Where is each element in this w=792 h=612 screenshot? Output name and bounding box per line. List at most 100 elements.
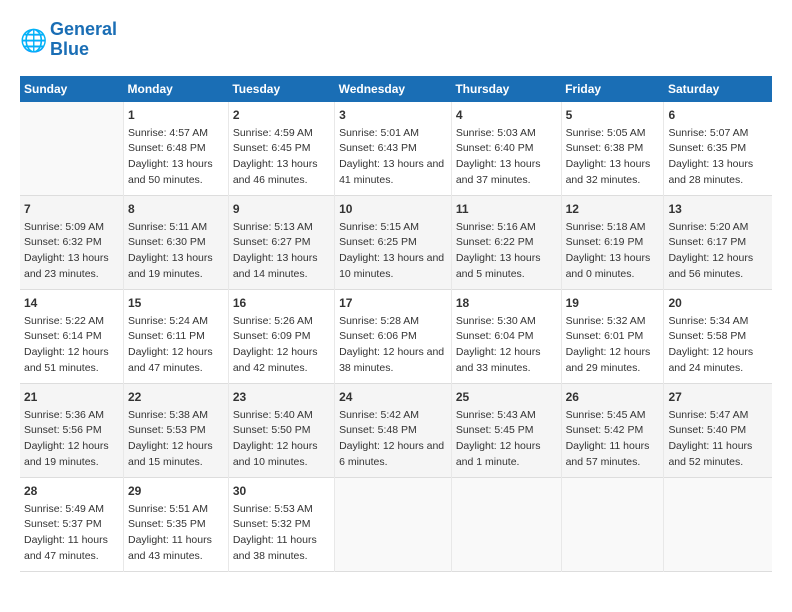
day-daylight: Daylight: 11 hours and 52 minutes.	[668, 439, 768, 471]
day-daylight: Daylight: 12 hours and 51 minutes.	[24, 345, 119, 377]
day-number: 19	[566, 294, 660, 312]
day-daylight: Daylight: 13 hours and 28 minutes.	[668, 157, 768, 189]
week-row-4: 21 Sunrise: 5:36 AM Sunset: 5:56 PM Dayl…	[20, 383, 772, 477]
day-cell: 1 Sunrise: 4:57 AM Sunset: 6:48 PM Dayli…	[124, 102, 229, 196]
day-daylight: Daylight: 13 hours and 14 minutes.	[233, 251, 330, 283]
logo-icon: 🌐	[20, 26, 48, 54]
day-cell	[664, 477, 772, 571]
day-daylight: Daylight: 13 hours and 23 minutes.	[24, 251, 119, 283]
day-daylight: Daylight: 13 hours and 46 minutes.	[233, 157, 330, 189]
day-cell: 16 Sunrise: 5:26 AM Sunset: 6:09 PM Dayl…	[228, 289, 334, 383]
day-sunset: Sunset: 6:17 PM	[668, 235, 768, 251]
logo-text: General	[50, 20, 117, 40]
day-cell: 26 Sunrise: 5:45 AM Sunset: 5:42 PM Dayl…	[561, 383, 664, 477]
day-cell: 24 Sunrise: 5:42 AM Sunset: 5:48 PM Dayl…	[335, 383, 452, 477]
day-cell: 15 Sunrise: 5:24 AM Sunset: 6:11 PM Dayl…	[124, 289, 229, 383]
day-header-tuesday: Tuesday	[228, 76, 334, 102]
day-header-sunday: Sunday	[20, 76, 124, 102]
day-cell: 7 Sunrise: 5:09 AM Sunset: 6:32 PM Dayli…	[20, 195, 124, 289]
day-number: 26	[566, 388, 660, 406]
day-sunset: Sunset: 6:38 PM	[566, 141, 660, 157]
day-number: 4	[456, 106, 557, 124]
day-cell: 30 Sunrise: 5:53 AM Sunset: 5:32 PM Dayl…	[228, 477, 334, 571]
day-sunset: Sunset: 5:40 PM	[668, 423, 768, 439]
day-sunset: Sunset: 5:45 PM	[456, 423, 557, 439]
day-number: 28	[24, 482, 119, 500]
day-daylight: Daylight: 12 hours and 56 minutes.	[668, 251, 768, 283]
day-cell: 13 Sunrise: 5:20 AM Sunset: 6:17 PM Dayl…	[664, 195, 772, 289]
day-cell: 6 Sunrise: 5:07 AM Sunset: 6:35 PM Dayli…	[664, 102, 772, 196]
day-cell: 10 Sunrise: 5:15 AM Sunset: 6:25 PM Dayl…	[335, 195, 452, 289]
day-header-monday: Monday	[124, 76, 229, 102]
day-number: 25	[456, 388, 557, 406]
day-number: 23	[233, 388, 330, 406]
day-daylight: Daylight: 13 hours and 19 minutes.	[128, 251, 224, 283]
logo: 🌐 General Blue	[20, 20, 117, 60]
day-daylight: Daylight: 11 hours and 38 minutes.	[233, 533, 330, 565]
day-header-friday: Friday	[561, 76, 664, 102]
day-daylight: Daylight: 13 hours and 10 minutes.	[339, 251, 447, 283]
day-daylight: Daylight: 12 hours and 1 minute.	[456, 439, 557, 471]
week-row-5: 28 Sunrise: 5:49 AM Sunset: 5:37 PM Dayl…	[20, 477, 772, 571]
day-header-thursday: Thursday	[451, 76, 561, 102]
day-sunset: Sunset: 6:35 PM	[668, 141, 768, 157]
week-row-2: 7 Sunrise: 5:09 AM Sunset: 6:32 PM Dayli…	[20, 195, 772, 289]
day-sunrise: Sunrise: 5:20 AM	[668, 220, 768, 236]
day-daylight: Daylight: 12 hours and 24 minutes.	[668, 345, 768, 377]
day-daylight: Daylight: 11 hours and 57 minutes.	[566, 439, 660, 471]
day-sunrise: Sunrise: 5:40 AM	[233, 408, 330, 424]
day-header-wednesday: Wednesday	[335, 76, 452, 102]
day-cell: 29 Sunrise: 5:51 AM Sunset: 5:35 PM Dayl…	[124, 477, 229, 571]
day-cell: 9 Sunrise: 5:13 AM Sunset: 6:27 PM Dayli…	[228, 195, 334, 289]
day-cell	[451, 477, 561, 571]
day-daylight: Daylight: 13 hours and 32 minutes.	[566, 157, 660, 189]
day-cell: 22 Sunrise: 5:38 AM Sunset: 5:53 PM Dayl…	[124, 383, 229, 477]
day-sunset: Sunset: 5:32 PM	[233, 517, 330, 533]
day-sunrise: Sunrise: 4:59 AM	[233, 126, 330, 142]
day-sunrise: Sunrise: 5:03 AM	[456, 126, 557, 142]
day-sunset: Sunset: 5:37 PM	[24, 517, 119, 533]
day-sunrise: Sunrise: 5:32 AM	[566, 314, 660, 330]
day-daylight: Daylight: 12 hours and 19 minutes.	[24, 439, 119, 471]
svg-text:🌐: 🌐	[20, 28, 47, 53]
day-sunrise: Sunrise: 5:05 AM	[566, 126, 660, 142]
day-number: 11	[456, 200, 557, 218]
day-sunset: Sunset: 6:30 PM	[128, 235, 224, 251]
day-cell	[335, 477, 452, 571]
day-sunset: Sunset: 6:40 PM	[456, 141, 557, 157]
day-sunset: Sunset: 6:45 PM	[233, 141, 330, 157]
day-daylight: Daylight: 13 hours and 5 minutes.	[456, 251, 557, 283]
day-sunrise: Sunrise: 5:36 AM	[24, 408, 119, 424]
day-sunset: Sunset: 5:53 PM	[128, 423, 224, 439]
day-cell	[561, 477, 664, 571]
day-daylight: Daylight: 13 hours and 0 minutes.	[566, 251, 660, 283]
day-sunset: Sunset: 6:22 PM	[456, 235, 557, 251]
day-number: 22	[128, 388, 224, 406]
day-sunset: Sunset: 5:58 PM	[668, 329, 768, 345]
day-daylight: Daylight: 13 hours and 41 minutes.	[339, 157, 447, 189]
day-sunset: Sunset: 6:32 PM	[24, 235, 119, 251]
day-cell: 5 Sunrise: 5:05 AM Sunset: 6:38 PM Dayli…	[561, 102, 664, 196]
day-daylight: Daylight: 12 hours and 47 minutes.	[128, 345, 224, 377]
day-sunset: Sunset: 5:56 PM	[24, 423, 119, 439]
day-number: 20	[668, 294, 768, 312]
day-sunset: Sunset: 5:50 PM	[233, 423, 330, 439]
day-daylight: Daylight: 12 hours and 10 minutes.	[233, 439, 330, 471]
day-number: 1	[128, 106, 224, 124]
day-sunrise: Sunrise: 5:26 AM	[233, 314, 330, 330]
day-sunrise: Sunrise: 5:30 AM	[456, 314, 557, 330]
day-sunset: Sunset: 6:43 PM	[339, 141, 447, 157]
day-sunset: Sunset: 6:09 PM	[233, 329, 330, 345]
day-sunrise: Sunrise: 5:47 AM	[668, 408, 768, 424]
day-cell: 21 Sunrise: 5:36 AM Sunset: 5:56 PM Dayl…	[20, 383, 124, 477]
day-sunset: Sunset: 6:27 PM	[233, 235, 330, 251]
day-daylight: Daylight: 13 hours and 50 minutes.	[128, 157, 224, 189]
day-daylight: Daylight: 12 hours and 29 minutes.	[566, 345, 660, 377]
day-sunset: Sunset: 6:14 PM	[24, 329, 119, 345]
page-header: 🌐 General Blue	[20, 20, 772, 60]
day-sunrise: Sunrise: 5:11 AM	[128, 220, 224, 236]
day-number: 12	[566, 200, 660, 218]
day-cell: 20 Sunrise: 5:34 AM Sunset: 5:58 PM Dayl…	[664, 289, 772, 383]
day-daylight: Daylight: 13 hours and 37 minutes.	[456, 157, 557, 189]
day-number: 7	[24, 200, 119, 218]
